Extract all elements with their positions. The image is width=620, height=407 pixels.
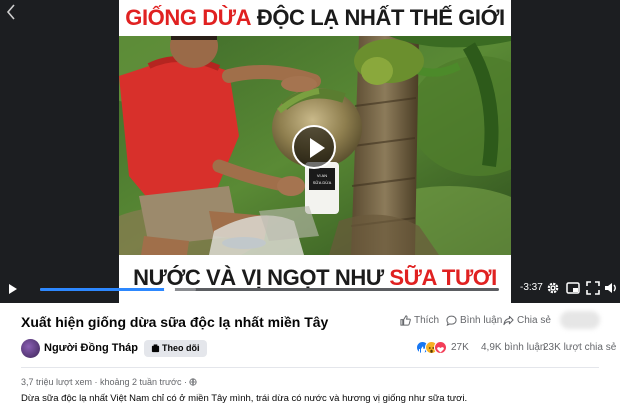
- settings-icon[interactable]: [546, 281, 560, 295]
- like-icon: [400, 315, 411, 326]
- divider: [21, 367, 599, 368]
- banner-top-red-text: GIỐNG DỪA: [125, 5, 252, 30]
- banner-bottom-red-text: SỮA TƯƠI: [389, 265, 497, 290]
- fullscreen-icon[interactable]: [586, 281, 600, 295]
- post-title: Xuất hiện giống dừa sữa độc lạ nhất miền…: [21, 314, 329, 330]
- comments-count[interactable]: 4,9K bình luận: [481, 342, 546, 353]
- volume-icon[interactable]: [604, 281, 618, 295]
- share-button[interactable]: Chia sẻ: [503, 314, 551, 328]
- share-label: Chia sẻ: [517, 315, 551, 326]
- globe-icon: [189, 378, 198, 386]
- follow-icon: [151, 344, 160, 353]
- progress-fill: [40, 288, 169, 291]
- post-description: Dừa sữa độc lạ nhất Việt Nam chỉ có ở mi…: [21, 393, 468, 404]
- video-player[interactable]: GIỐNG DỪA ĐỘC LẠ NHẤT THẾ GIỚI VI AN SỮA…: [0, 0, 620, 303]
- picture-in-picture-icon[interactable]: [566, 281, 580, 295]
- follow-label: Theo dõi: [162, 343, 200, 353]
- svg-text:VI AN: VI AN: [317, 173, 327, 178]
- banner-top-black-text: ĐỘC LẠ NHẤT THẾ GIỚI: [256, 5, 505, 30]
- love-reaction-icon: [434, 341, 447, 354]
- page-name-link[interactable]: Người Đồng Tháp: [44, 342, 138, 354]
- video-banner-top: GIỐNG DỪA ĐỘC LẠ NHẤT THẾ GIỚI: [119, 0, 511, 36]
- comment-icon: [446, 315, 457, 327]
- like-button[interactable]: Thích: [400, 314, 439, 328]
- svg-text:SỮA DỪA: SỮA DỪA: [313, 180, 332, 185]
- video-banner-bottom: NƯỚC VÀ VỊ NGỌT NHƯ SỮA TƯƠI: [119, 255, 511, 303]
- back-icon[interactable]: [6, 4, 20, 22]
- reactions-count[interactable]: 27K: [451, 342, 469, 353]
- play-icon: [310, 138, 325, 158]
- progress-knob[interactable]: [163, 284, 175, 295]
- control-play-icon[interactable]: [9, 284, 17, 294]
- like-label: Thích: [414, 315, 440, 326]
- progress-bar[interactable]: [40, 284, 499, 295]
- play-button[interactable]: [292, 125, 336, 169]
- page-avatar[interactable]: [21, 339, 40, 358]
- view-count: 3,7 triệu lượt xem: [21, 377, 92, 387]
- shares-count[interactable]: 23K lượt chia sẻ: [543, 342, 616, 353]
- share-icon: [503, 315, 514, 326]
- post-meta: 3,7 triệu lượt xem · khoảng 2 tuần trước…: [21, 377, 198, 387]
- follow-button[interactable]: Theo dõi: [144, 340, 207, 357]
- post-time[interactable]: khoảng 2 tuần trước: [100, 377, 181, 387]
- time-remaining: -3:37: [520, 282, 543, 293]
- comment-button[interactable]: Bình luận: [446, 314, 502, 328]
- blurred-avatar: [560, 311, 600, 329]
- comment-label: Bình luận: [460, 315, 503, 326]
